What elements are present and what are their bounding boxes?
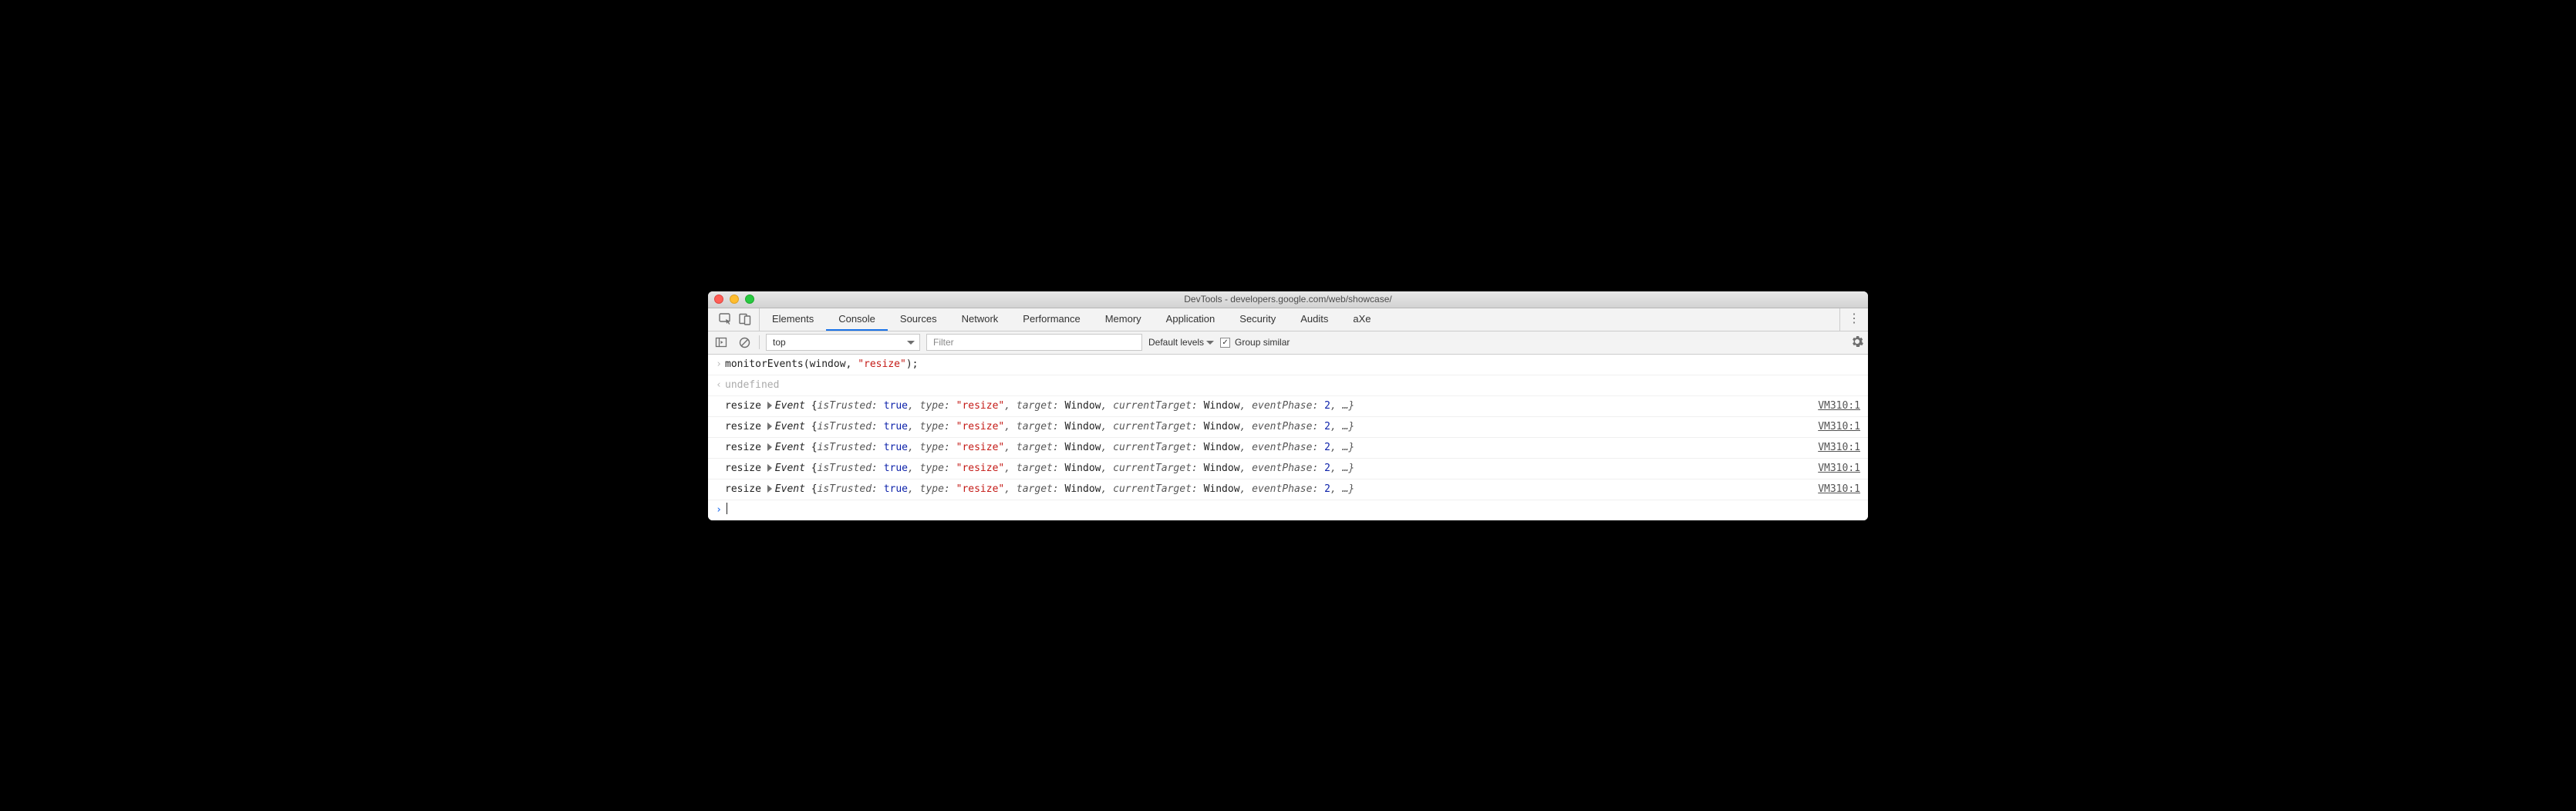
disclosure-triangle-icon[interactable] (767, 443, 772, 451)
minimize-window-button[interactable] (730, 294, 739, 304)
inspect-element-icon[interactable] (719, 312, 733, 326)
tab-application[interactable]: Application (1154, 308, 1228, 331)
clear-console-icon[interactable] (736, 334, 753, 351)
prompt-input[interactable] (725, 503, 1860, 518)
log-levels-select[interactable]: Default levels (1148, 337, 1214, 348)
disclosure-triangle-icon[interactable] (767, 485, 772, 493)
execution-context-value: top (773, 337, 786, 348)
disclosure-triangle-icon[interactable] (767, 402, 772, 409)
more-options-icon[interactable]: ⋮ (1848, 313, 1860, 325)
zoom-window-button[interactable] (745, 294, 754, 304)
input-code[interactable]: monitorEvents(window, "resize"); (725, 357, 1860, 372)
source-link[interactable]: VM310:1 (1802, 482, 1860, 497)
traffic-lights (714, 294, 754, 304)
log-levels-label: Default levels (1148, 337, 1204, 348)
window-title: DevTools - developers.google.com/web/sho… (708, 294, 1868, 305)
console-log-row: resize Event {isTrusted: true, type: "re… (708, 459, 1868, 480)
disclosure-triangle-icon[interactable] (767, 464, 772, 472)
tab-memory[interactable]: Memory (1093, 308, 1154, 331)
source-link[interactable]: VM310:1 (1802, 461, 1860, 476)
console-settings-icon[interactable] (1851, 335, 1863, 350)
group-similar-toggle[interactable]: ✓ Group similar (1220, 337, 1290, 348)
tab-performance[interactable]: Performance (1010, 308, 1092, 331)
tab-network[interactable]: Network (949, 308, 1011, 331)
show-console-sidebar-icon[interactable] (713, 334, 730, 351)
panel-tabbar: ElementsConsoleSourcesNetworkPerformance… (708, 308, 1868, 331)
tabbar-right-tools: ⋮ (1839, 308, 1868, 331)
console-return-value: ‹ undefined (708, 375, 1868, 396)
titlebar: DevTools - developers.google.com/web/sho… (708, 291, 1868, 308)
console-log-row: resize Event {isTrusted: true, type: "re… (708, 438, 1868, 459)
group-similar-label: Group similar (1235, 337, 1290, 348)
console-input-echo: › monitorEvents(window, "resize"); (708, 355, 1868, 375)
source-link[interactable]: VM310:1 (1802, 440, 1860, 456)
tabbar-left-tools (711, 308, 760, 331)
return-value: undefined (725, 378, 1860, 393)
panel-tabs: ElementsConsoleSourcesNetworkPerformance… (760, 308, 1384, 331)
tab-axe[interactable]: aXe (1340, 308, 1383, 331)
chevron-down-icon (1206, 341, 1214, 348)
console-toolbar: top Default levels ✓ Group similar (708, 331, 1868, 355)
console-log-row: resize Event {isTrusted: true, type: "re… (708, 396, 1868, 417)
console-filter-input[interactable] (926, 334, 1142, 351)
tab-console[interactable]: Console (826, 308, 888, 331)
log-message[interactable]: resize Event {isTrusted: true, type: "re… (725, 399, 1802, 414)
tab-sources[interactable]: Sources (888, 308, 949, 331)
device-toolbar-icon[interactable] (739, 313, 751, 325)
console-log-row: resize Event {isTrusted: true, type: "re… (708, 480, 1868, 500)
log-message[interactable]: resize Event {isTrusted: true, type: "re… (725, 461, 1802, 476)
prompt-marker-icon: › (713, 503, 725, 518)
source-link[interactable]: VM310:1 (1802, 419, 1860, 435)
console-output: › monitorEvents(window, "resize"); ‹ und… (708, 355, 1868, 520)
log-message[interactable]: resize Event {isTrusted: true, type: "re… (725, 440, 1802, 456)
tab-security[interactable]: Security (1227, 308, 1288, 331)
tab-elements[interactable]: Elements (760, 308, 826, 331)
log-message[interactable]: resize Event {isTrusted: true, type: "re… (725, 482, 1802, 497)
log-message[interactable]: resize Event {isTrusted: true, type: "re… (725, 419, 1802, 435)
toolbar-separator (759, 335, 760, 349)
execution-context-select[interactable]: top (766, 334, 920, 351)
source-link[interactable]: VM310:1 (1802, 399, 1860, 414)
disclosure-triangle-icon[interactable] (767, 422, 772, 430)
console-log-row: resize Event {isTrusted: true, type: "re… (708, 417, 1868, 438)
devtools-window: DevTools - developers.google.com/web/sho… (708, 291, 1868, 520)
console-prompt[interactable]: › (708, 500, 1868, 520)
tab-audits[interactable]: Audits (1288, 308, 1340, 331)
checkbox-icon[interactable]: ✓ (1220, 338, 1230, 348)
close-window-button[interactable] (714, 294, 723, 304)
input-marker-icon: › (713, 357, 725, 372)
output-marker-icon: ‹ (713, 378, 725, 393)
